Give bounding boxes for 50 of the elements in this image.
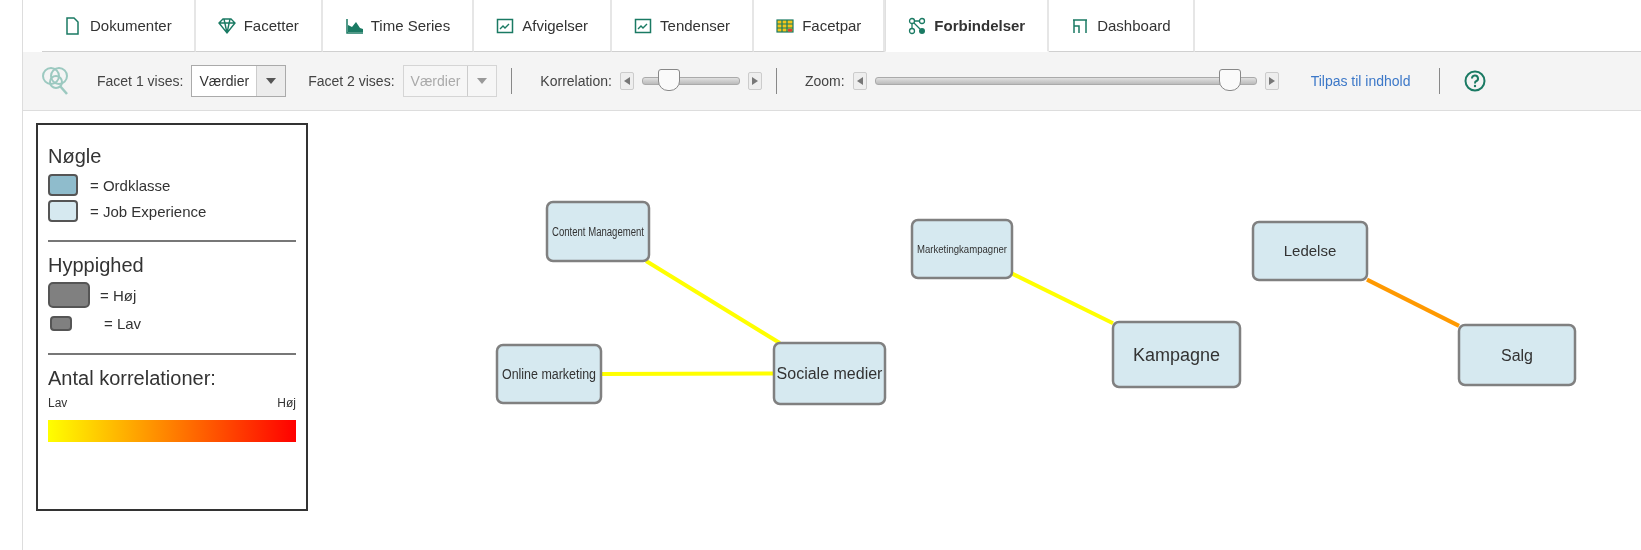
file-icon (64, 16, 82, 35)
field-label: Facet 1 vises: (97, 73, 184, 89)
dropdown[interactable]: Værdier (191, 65, 287, 97)
legend-label: = Job Experience (90, 202, 207, 220)
right-arrow-icon (1268, 77, 1275, 85)
tab[interactable]: Tendenser (612, 0, 755, 52)
slider-left-button[interactable] (852, 72, 867, 90)
legend-label: = Høj (100, 286, 137, 304)
field-label: Facet 2 vises: (308, 73, 395, 89)
field-label: Zoom: (804, 73, 845, 89)
legend-title: Hyppighed (48, 254, 145, 277)
caret-icon (477, 78, 488, 84)
right-arrow-icon (751, 77, 758, 85)
tab[interactable]: Afvigelser (474, 0, 613, 52)
legend-label: = Ordklasse (90, 176, 171, 194)
tab[interactable]: Facetpar (754, 0, 886, 52)
graph-node[interactable]: Ledelse (1251, 220, 1369, 282)
legend-title: Antal korrelationer: (48, 367, 217, 390)
help-icon[interactable] (1463, 70, 1486, 92)
trend-chart-icon (634, 16, 653, 35)
scale-label: Høj (277, 396, 296, 410)
tab[interactable]: Forbindelser (885, 0, 1050, 52)
field-label: Korrelation: (540, 73, 612, 89)
left-arrow-icon (623, 77, 630, 85)
dashboard-icon (1071, 16, 1090, 35)
scale-label: Lav (48, 396, 68, 410)
table-icon (776, 16, 795, 35)
diamond-icon (217, 16, 236, 35)
tab[interactable]: Time Series (322, 0, 475, 52)
size-swatch (48, 282, 90, 308)
slider-right-button[interactable] (1264, 72, 1279, 90)
left-arrow-icon (856, 77, 863, 85)
tab[interactable]: Dashboard (1049, 0, 1195, 52)
area-chart-icon (344, 16, 363, 35)
graph-node[interactable]: Salg (1457, 323, 1577, 387)
tab[interactable]: Facetter (195, 0, 323, 52)
line-chart-icon (496, 16, 515, 35)
graph-node[interactable]: Kampagne (1111, 320, 1242, 389)
slider-thumb[interactable] (657, 69, 680, 91)
fit-link[interactable]: Tilpas til indhold (1310, 73, 1411, 89)
network-icon (908, 16, 927, 35)
legend-label: = Lav (104, 314, 142, 332)
legend-title: Nøgle (48, 145, 103, 168)
slider-thumb[interactable] (1219, 69, 1242, 91)
slider-left-button[interactable] (619, 72, 634, 90)
tab[interactable]: Dokumenter (42, 0, 196, 52)
slider-right-button[interactable] (747, 72, 762, 90)
graph-node[interactable]: Sociale medier (772, 341, 887, 406)
size-swatch (50, 315, 72, 331)
caret-icon (266, 78, 277, 84)
